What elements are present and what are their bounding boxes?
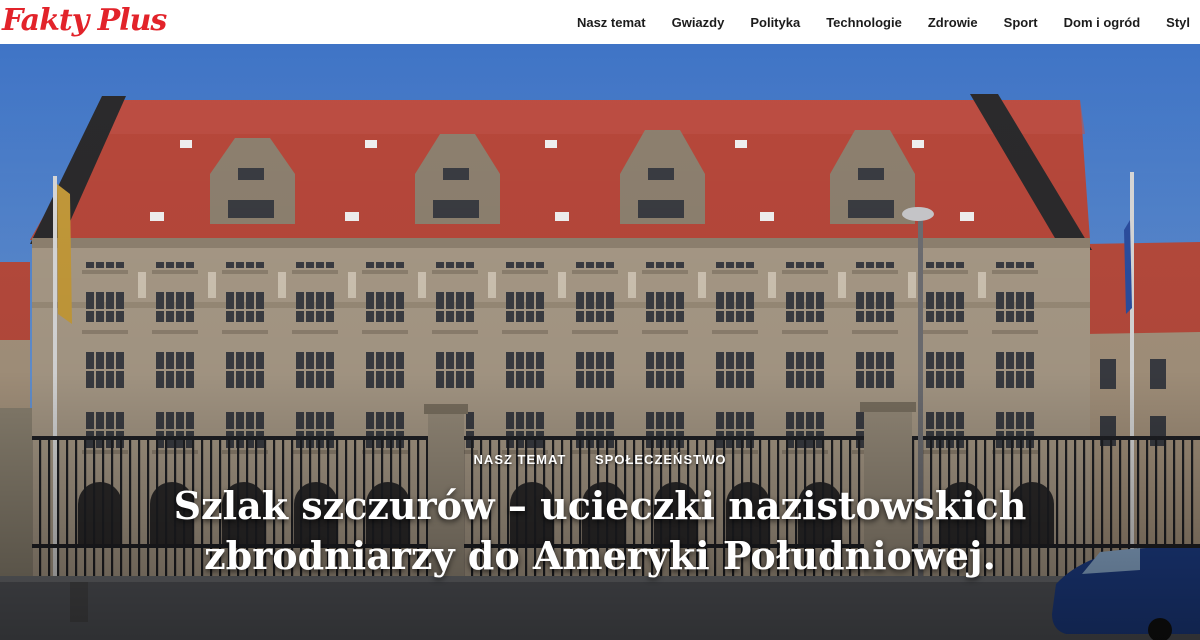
site-logo[interactable]: Fakty Plus xyxy=(2,2,167,40)
category-link-nasz-temat[interactable]: NASZ TEMAT xyxy=(474,452,567,467)
nav-item-dom-i-ogrod[interactable]: Dom i ogród xyxy=(1064,15,1141,30)
hero-article[interactable]: NASZ TEMAT SPOŁECZEŃSTWO Szlak szczurów … xyxy=(0,44,1200,640)
nav-item-sport[interactable]: Sport xyxy=(1004,15,1038,30)
nav-item-nasz-temat[interactable]: Nasz temat xyxy=(577,15,646,30)
category-link-spoleczenstwo[interactable]: SPOŁECZEŃSTWO xyxy=(595,452,726,467)
nav-item-polityka[interactable]: Polityka xyxy=(750,15,800,30)
nav-item-technologie[interactable]: Technologie xyxy=(826,15,902,30)
article-headline[interactable]: Szlak szczurów – ucieczki nazistowskich … xyxy=(110,481,1090,581)
main-nav: Nasz temat Gwiazdy Polityka Technologie … xyxy=(551,0,1190,44)
article-categories: NASZ TEMAT SPOŁECZEŃSTWO xyxy=(0,452,1200,467)
nav-item-zdrowie[interactable]: Zdrowie xyxy=(928,15,978,30)
site-header: Fakty Plus Nasz temat Gwiazdy Polityka T… xyxy=(0,0,1200,44)
nav-item-styl[interactable]: Styl xyxy=(1166,15,1190,30)
hero-text: NASZ TEMAT SPOŁECZEŃSTWO Szlak szczurów … xyxy=(0,452,1200,581)
nav-item-gwiazdy[interactable]: Gwiazdy xyxy=(672,15,725,30)
